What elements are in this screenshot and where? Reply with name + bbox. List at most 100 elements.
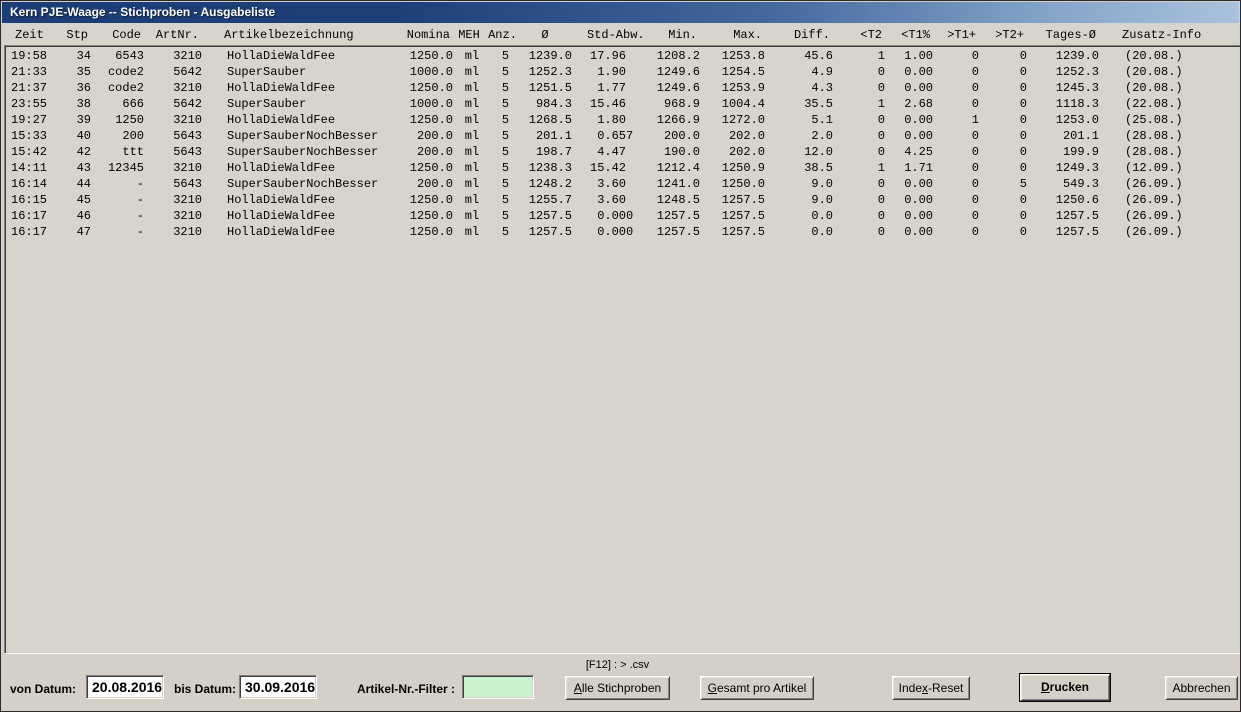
cell-avg: 1238.3: [522, 160, 574, 176]
cell-diff: 38.5: [767, 160, 835, 176]
cell-lt-t2: 1: [835, 48, 891, 64]
cell-artnr: 5643: [146, 176, 204, 192]
table-header-band: ZeitStpCodeArtNr.ArtikelbezeichnungNomin…: [2, 23, 1239, 45]
cell-meh: ml: [455, 208, 489, 224]
cell-code: -: [93, 208, 146, 224]
cell-avg: 1257.5: [522, 224, 574, 240]
cell-anz: 5: [489, 96, 522, 112]
cell-code: -: [93, 224, 146, 240]
cell-artnr: 3210: [146, 224, 204, 240]
table-row[interactable]: 16:1545-3210HollaDieWaldFee1250.0ml51255…: [5, 192, 1238, 208]
cell-lt-t1-pct: 0.00: [891, 192, 937, 208]
table-row[interactable]: 15:33402005643SuperSauberNochBesser200.0…: [5, 128, 1238, 144]
table-row[interactable]: 15:4242ttt5643SuperSauberNochBesser200.0…: [5, 144, 1238, 160]
cell-anz: 5: [489, 128, 522, 144]
cell-max: 1250.0: [702, 176, 767, 192]
table-row[interactable]: 19:273912503210HollaDieWaldFee1250.0ml51…: [5, 112, 1238, 128]
cell-artnr: 3210: [146, 160, 204, 176]
cell-lt-t2: 0: [835, 112, 891, 128]
cell-gt-t2: 0: [983, 80, 1031, 96]
cell-artikelbezeichnung: HollaDieWaldFee: [204, 80, 405, 96]
cell-nomina: 200.0: [405, 144, 455, 160]
cell-gt-t2: 0: [983, 224, 1031, 240]
cell-min: 1257.5: [656, 224, 702, 240]
cell-meh: ml: [455, 112, 489, 128]
cell-min: 968.9: [656, 96, 702, 112]
table-row[interactable]: 16:1444-5643SuperSauberNochBesser200.0ml…: [5, 176, 1238, 192]
cell-min: 1241.0: [656, 176, 702, 192]
cell-gt-t2: 0: [983, 160, 1031, 176]
cell-lt-t2: 0: [835, 144, 891, 160]
titlebar[interactable]: Kern PJE-Waage -- Stichproben - Ausgabel…: [2, 2, 1239, 23]
artikel-filter-label: Artikel-Nr.-Filter :: [357, 682, 455, 696]
cell-gt-t1: 0: [937, 48, 983, 64]
cell-code: -: [93, 176, 146, 192]
bis-datum-input[interactable]: [239, 675, 317, 699]
cell-zusatz-info: (20.08.): [1101, 80, 1238, 96]
table-row[interactable]: 21:3736code23210HollaDieWaldFee1250.0ml5…: [5, 80, 1238, 96]
cell-diff: 2.0: [767, 128, 835, 144]
sample-table: 19:583465433210HollaDieWaldFee1250.0ml51…: [5, 48, 1238, 240]
cell-std-abw: 3.60: [574, 176, 656, 192]
cell-min: 1266.9: [656, 112, 702, 128]
cell-artikelbezeichnung: HollaDieWaldFee: [204, 224, 405, 240]
cell-gt-t2: 0: [983, 128, 1031, 144]
index-reset-button[interactable]: Index-Reset: [892, 676, 970, 700]
cell-anz: 5: [489, 48, 522, 64]
cell-zusatz-info: (12.09.): [1101, 160, 1238, 176]
cell-lt-t2: 0: [835, 192, 891, 208]
cell-code: 12345: [93, 160, 146, 176]
cell-nomina: 1000.0: [405, 96, 455, 112]
cell-zeit: 16:17: [5, 224, 55, 240]
cell-gt-t1: 0: [937, 224, 983, 240]
cell-artikelbezeichnung: SuperSauber: [204, 96, 405, 112]
column-header-diff: Diff.: [764, 27, 832, 43]
cell-max: 202.0: [702, 144, 767, 160]
column-header-artikelbezeichnung: Artikelbezeichnung: [201, 27, 402, 43]
gesamt-pro-artikel-button[interactable]: Gesamt pro Artikel: [700, 676, 814, 700]
cell-code: ttt: [93, 144, 146, 160]
cell-min: 1248.5: [656, 192, 702, 208]
drucken-button[interactable]: Drucken: [1020, 674, 1110, 701]
cell-lt-t1-pct: 2.68: [891, 96, 937, 112]
column-header-max: Max.: [699, 27, 764, 43]
cell-avg: 201.1: [522, 128, 574, 144]
sample-listbox[interactable]: 19:583465433210HollaDieWaldFee1250.0ml51…: [4, 45, 1241, 654]
table-row[interactable]: 16:1747-3210HollaDieWaldFee1250.0ml51257…: [5, 224, 1238, 240]
cell-max: 1254.5: [702, 64, 767, 80]
table-row[interactable]: 14:1143123453210HollaDieWaldFee1250.0ml5…: [5, 160, 1238, 176]
cell-diff: 9.0: [767, 192, 835, 208]
cell-max: 1257.5: [702, 224, 767, 240]
alle-stichproben-button[interactable]: Alle Stichproben: [565, 676, 670, 700]
cell-code: code2: [93, 80, 146, 96]
cell-tages-avg: 1239.0: [1031, 48, 1101, 64]
cell-code: 1250: [93, 112, 146, 128]
cell-tages-avg: 1249.3: [1031, 160, 1101, 176]
cell-gt-t1: 0: [937, 160, 983, 176]
von-datum-input[interactable]: [86, 675, 164, 699]
column-header-stp: Stp: [52, 27, 90, 43]
column-header-zusatz-info: Zusatz-Info: [1098, 27, 1235, 43]
cell-zusatz-info: (26.09.): [1101, 208, 1238, 224]
abbrechen-button[interactable]: Abbrechen: [1165, 676, 1238, 700]
cell-lt-t1-pct: 0.00: [891, 80, 937, 96]
column-header-lt-t2: <T2: [832, 27, 888, 43]
cell-zeit: 19:58: [5, 48, 55, 64]
cell-gt-t1: 0: [937, 80, 983, 96]
table-row[interactable]: 19:583465433210HollaDieWaldFee1250.0ml51…: [5, 48, 1238, 64]
table-row[interactable]: 16:1746-3210HollaDieWaldFee1250.0ml51257…: [5, 208, 1238, 224]
cell-min: 1208.2: [656, 48, 702, 64]
cell-artnr: 3210: [146, 208, 204, 224]
table-row[interactable]: 23:55386665642SuperSauber1000.0ml5984.31…: [5, 96, 1238, 112]
artikel-filter-input[interactable]: [462, 675, 534, 699]
cell-gt-t1: 0: [937, 144, 983, 160]
cell-std-abw: 0.000: [574, 208, 656, 224]
cell-zeit: 21:33: [5, 64, 55, 80]
table-row[interactable]: 21:3335code25642SuperSauber1000.0ml51252…: [5, 64, 1238, 80]
cell-tages-avg: 201.1: [1031, 128, 1101, 144]
cell-min: 1257.5: [656, 208, 702, 224]
cell-meh: ml: [455, 192, 489, 208]
cell-artikelbezeichnung: HollaDieWaldFee: [204, 192, 405, 208]
cell-lt-t2: 1: [835, 160, 891, 176]
column-header-std-abw: Std-Abw.: [571, 27, 653, 43]
